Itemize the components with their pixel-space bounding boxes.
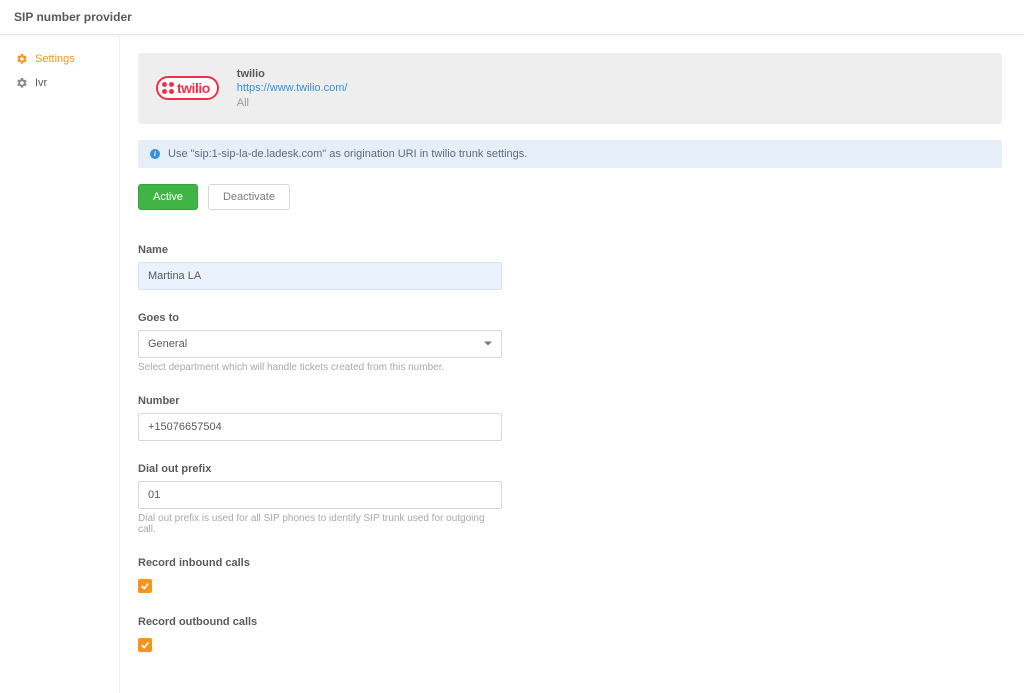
active-button[interactable]: Active (138, 184, 198, 210)
dial-prefix-input[interactable] (138, 481, 502, 509)
content-container: Settings Ivr twilio twilio https://www.t… (0, 35, 1024, 693)
field-dial-prefix: Dial out prefix Dial out prefix is used … (138, 463, 502, 535)
info-icon: i (150, 149, 160, 159)
number-input[interactable] (138, 413, 502, 441)
check-icon (140, 581, 150, 591)
name-input[interactable] (138, 262, 502, 290)
record-inbound-checkbox[interactable] (138, 579, 152, 593)
twilio-logo: twilio (156, 76, 219, 100)
record-inbound-label: Record inbound calls (138, 557, 1002, 569)
goes-to-label: Goes to (138, 312, 502, 324)
record-outbound-checkbox[interactable] (138, 638, 152, 652)
sidebar-item-settings[interactable]: Settings (16, 53, 119, 65)
sidebar: Settings Ivr (0, 35, 120, 693)
record-outbound-label: Record outbound calls (138, 616, 1002, 628)
goes-to-select[interactable]: General (138, 330, 502, 358)
gear-icon (16, 77, 28, 89)
provider-summary: twilio twilio https://www.twilio.com/ Al… (138, 53, 1002, 124)
dial-prefix-label: Dial out prefix (138, 463, 502, 475)
goes-to-helper: Select department which will handle tick… (138, 362, 502, 373)
goes-to-select-wrap: General (138, 330, 502, 358)
provider-scope: All (237, 96, 348, 110)
field-record-inbound: Record inbound calls (138, 557, 1002, 594)
page-title: SIP number provider (14, 10, 1010, 24)
field-number: Number (138, 395, 502, 441)
provider-info: twilio https://www.twilio.com/ All (237, 67, 348, 110)
field-name: Name (138, 244, 502, 290)
provider-link[interactable]: https://www.twilio.com/ (237, 81, 348, 95)
deactivate-button[interactable]: Deactivate (208, 184, 290, 210)
dial-prefix-helper: Dial out prefix is used for all SIP phon… (138, 513, 502, 535)
page-header: SIP number provider (0, 0, 1024, 35)
number-label: Number (138, 395, 502, 407)
main-content: twilio twilio https://www.twilio.com/ Al… (120, 35, 1020, 693)
gear-icon (16, 53, 28, 65)
info-banner: i Use "sip:1-sip-la-de.ladesk.com" as or… (138, 140, 1002, 168)
twilio-logo-text: twilio (177, 80, 210, 96)
status-buttons: Active Deactivate (138, 184, 1002, 210)
check-icon (140, 640, 150, 650)
sidebar-item-ivr[interactable]: Ivr (16, 77, 119, 89)
twilio-dots-icon (162, 82, 174, 94)
field-goes-to: Goes to General Select department which … (138, 312, 502, 373)
sidebar-item-label: Ivr (35, 77, 47, 89)
sidebar-item-label: Settings (35, 53, 75, 65)
name-label: Name (138, 244, 502, 256)
provider-name: twilio (237, 67, 348, 81)
field-record-outbound: Record outbound calls (138, 616, 1002, 653)
info-text: Use "sip:1-sip-la-de.ladesk.com" as orig… (168, 148, 527, 160)
